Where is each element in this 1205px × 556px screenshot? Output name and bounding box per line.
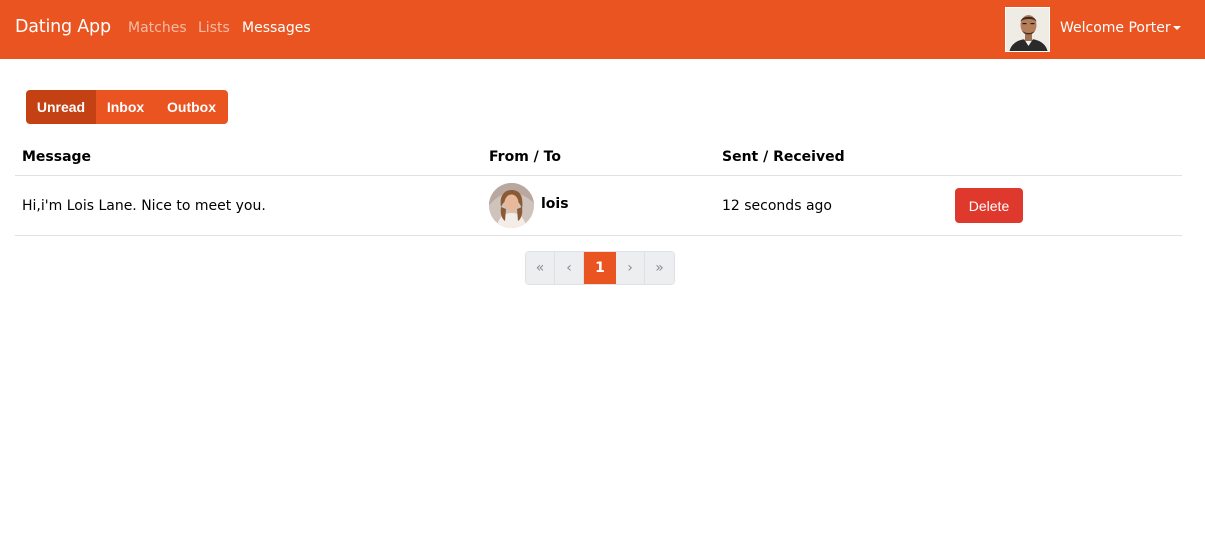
top-navbar: Dating App Matches Lists Messages Welcom… (0, 0, 1205, 59)
pagination-last[interactable]: » (645, 252, 674, 284)
pagination: « ‹ 1 › » (525, 251, 675, 285)
sender-avatar (489, 183, 534, 228)
sender-avatar-image (489, 183, 534, 228)
pagination-page-1[interactable]: 1 (584, 252, 616, 284)
tab-unread[interactable]: Unread (26, 90, 96, 124)
tab-inbox[interactable]: Inbox (96, 90, 155, 124)
tab-outbox[interactable]: Outbox (155, 90, 228, 124)
table-divider (15, 175, 1182, 176)
message-content: Hi,i'm Lois Lane. Nice to meet you. (22, 198, 266, 214)
delete-button[interactable]: Delete (955, 188, 1023, 223)
pagination-prev[interactable]: ‹ (555, 252, 584, 284)
nav-link-matches[interactable]: Matches (128, 20, 187, 36)
nav-link-lists[interactable]: Lists (198, 20, 230, 36)
nav-link-messages[interactable]: Messages (242, 20, 311, 36)
pagination-next[interactable]: › (616, 252, 645, 284)
user-avatar[interactable] (1005, 7, 1050, 52)
table-divider (15, 235, 1182, 236)
column-header-sent-received: Sent / Received (722, 149, 845, 165)
user-avatar-image (1006, 8, 1049, 51)
sender-name[interactable]: lois (541, 196, 569, 212)
pagination-first[interactable]: « (526, 252, 555, 284)
welcome-dropdown[interactable]: Welcome Porter (1060, 20, 1171, 36)
caret-down-icon[interactable] (1173, 26, 1181, 30)
message-filter-tabs: Unread Inbox Outbox (26, 90, 228, 124)
brand-link[interactable]: Dating App (15, 17, 111, 37)
column-header-from-to: From / To (489, 149, 561, 165)
column-header-message: Message (22, 149, 92, 165)
sent-time: 12 seconds ago (722, 198, 832, 214)
